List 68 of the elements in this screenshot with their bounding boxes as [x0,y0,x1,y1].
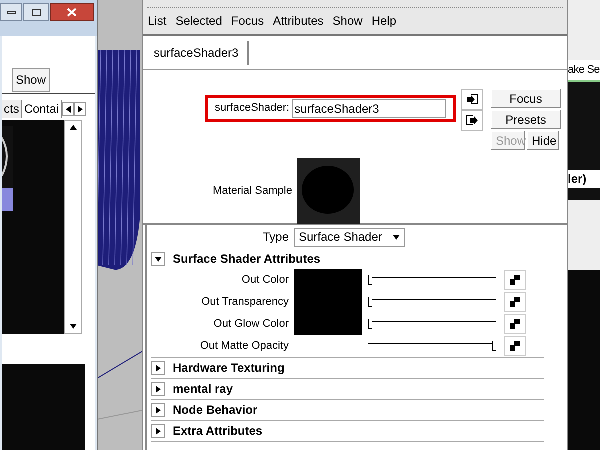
section-header[interactable]: Node Behavior [151,400,544,420]
panel-button[interactable]: Hide [527,131,559,150]
arrow-in-icon [466,94,478,105]
tab[interactable]: Contai [22,100,62,118]
input-field[interactable]: surfaceShader3 [292,99,446,118]
close-icon [67,8,77,16]
triangle-down-icon [154,256,162,262]
checker-icon [510,275,520,285]
section-header[interactable]: Surface Shader Attributes [151,249,544,269]
slider[interactable] [368,317,496,331]
triangle-up-icon [70,125,76,130]
menu-item[interactable]: Attributes [273,12,324,30]
attribute-label: Out Color [240,272,290,288]
scroll-right-button[interactable] [74,102,86,116]
slider[interactable] [368,273,496,287]
menu-item[interactable]: Focus [231,12,264,30]
map-button[interactable] [504,292,526,312]
attribute-label: Out Transparency [200,294,290,310]
material-sample-preview [297,158,360,224]
map-button[interactable] [504,270,526,290]
checker-icon [510,341,520,351]
triangle-left-icon [66,106,71,112]
slider-handle[interactable] [368,297,372,307]
panel-button[interactable]: Focus [491,89,561,108]
map-button[interactable] [504,314,526,334]
map-button[interactable] [504,336,526,356]
attribute-label: Out Matte Opacity [199,338,290,354]
checker-icon [510,297,520,307]
section-header[interactable]: mental ray [151,379,544,399]
panel-button[interactable]: Presets [491,110,561,129]
scroll-left-button[interactable] [62,102,74,116]
menu-item[interactable]: List [148,12,167,30]
show-button[interactable]: Show [12,68,50,92]
input-connection-button[interactable] [461,89,483,110]
type-label: Type [262,229,290,246]
menu-item[interactable]: Help [372,12,396,30]
slider-handle[interactable] [368,319,372,329]
attribute-label: Out Glow Color [212,316,290,332]
menu-item[interactable]: Show [332,12,363,30]
triangle-right-icon [154,364,162,372]
scrollbar[interactable] [64,120,82,334]
section-header[interactable]: Hardware Texturing [151,358,544,378]
triangle-right-icon [154,428,162,434]
triangle-right-icon [154,406,162,414]
slider[interactable] [368,339,496,353]
color-swatch[interactable] [294,313,362,335]
window-text: ake Se [568,60,600,80]
output-connection-button[interactable] [461,110,483,131]
slider-handle[interactable] [368,275,372,285]
menu-item[interactable]: Selected [176,12,222,30]
close-button[interactable] [50,3,94,21]
triangle-right-icon [154,386,162,392]
field-label: surfaceShader: [215,101,290,116]
triangle-down-icon [70,324,76,329]
triangle-right-icon [78,106,83,112]
slider-handle[interactable] [492,341,496,351]
section-header[interactable]: Extra Attributes [151,421,544,441]
material-sample-label: Material Sample [213,184,292,199]
checker-icon [510,319,520,329]
triangle-down-icon [393,234,400,240]
maximize-button[interactable] [23,3,49,21]
color-swatch[interactable] [294,269,362,291]
slider[interactable] [368,295,496,309]
window-text: ler) [568,170,600,188]
type-dropdown[interactable]: Surface Shader [294,228,405,246]
tab[interactable]: cts [2,100,22,118]
arrow-out-icon [466,115,478,126]
minimize-button[interactable] [0,3,22,21]
